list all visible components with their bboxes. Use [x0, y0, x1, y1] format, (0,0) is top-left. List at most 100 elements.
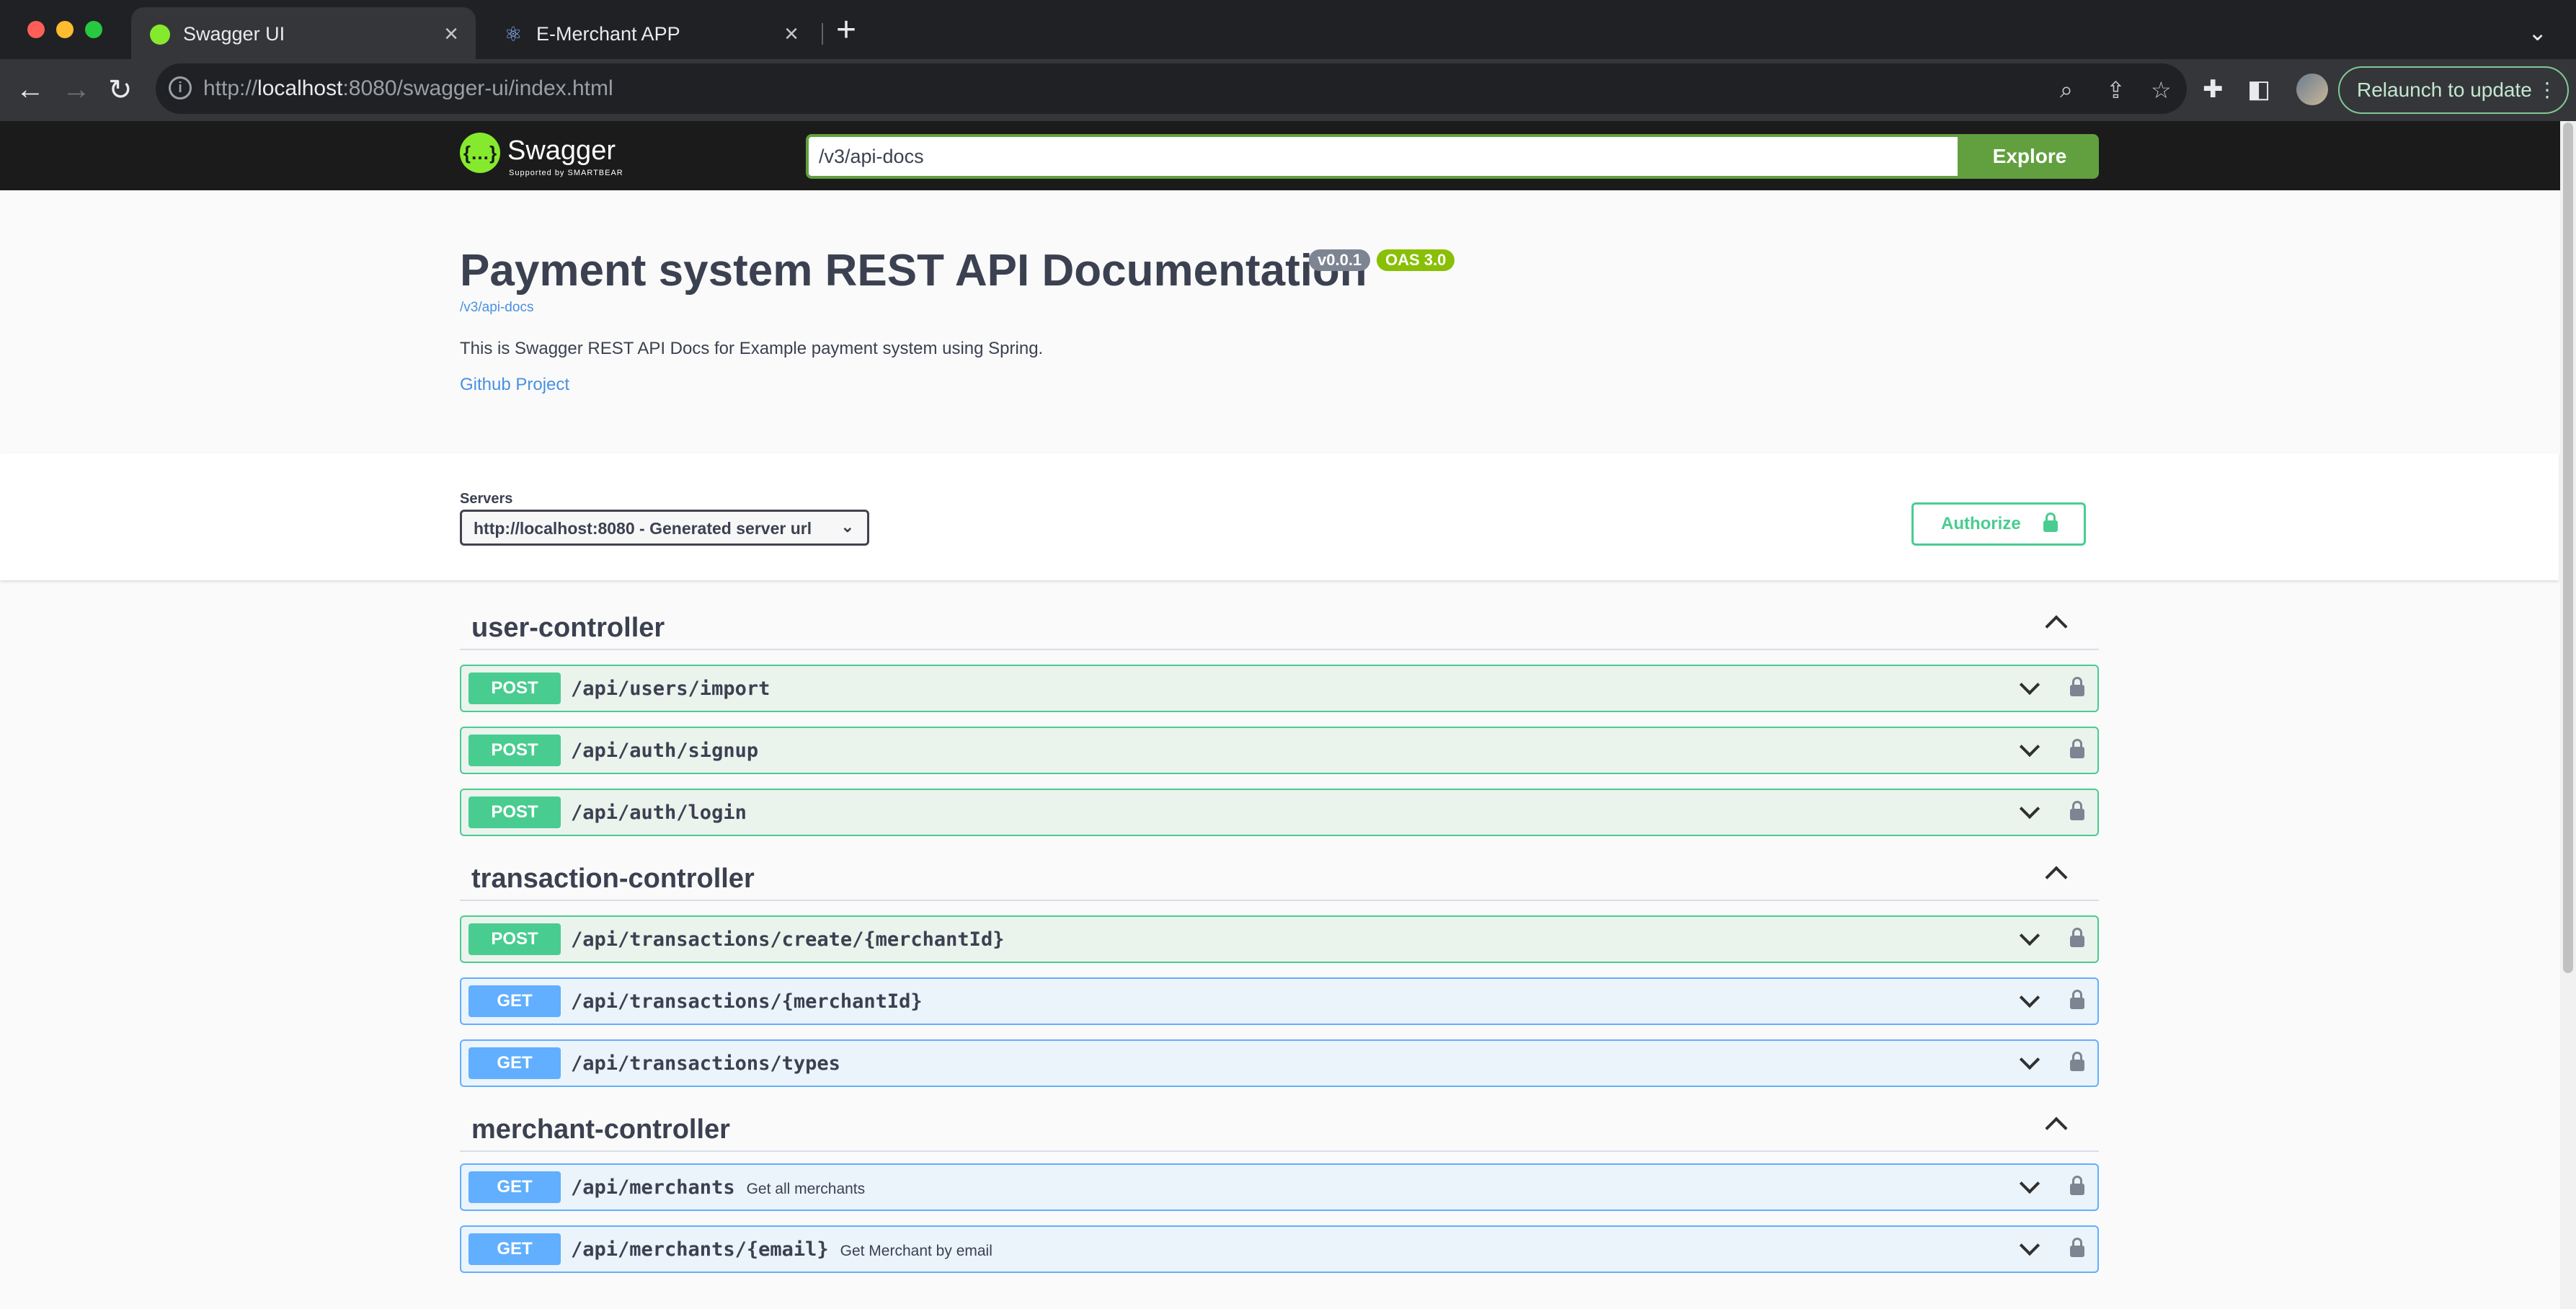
lock-icon[interactable] — [2070, 990, 2084, 1009]
tab-search-chevron-icon[interactable]: ⌄ — [2528, 19, 2547, 46]
tab-swagger-ui[interactable]: Swagger UI × — [131, 7, 476, 59]
servers-label: Servers — [460, 491, 513, 507]
extensions-puzzle-icon[interactable]: ✚ — [2203, 75, 2224, 104]
maximize-window-button[interactable] — [85, 21, 102, 38]
method-badge: POST — [468, 735, 561, 766]
servers-select[interactable]: http://localhost:8080 - Generated server… — [460, 510, 869, 546]
site-info-icon[interactable]: i — [169, 76, 192, 99]
bookmark-star-icon[interactable]: ☆ — [2151, 76, 2172, 104]
tab-title: Swagger UI — [183, 23, 285, 45]
lock-icon[interactable] — [2070, 677, 2084, 696]
tag-merchant-controller[interactable]: merchant-controller — [460, 1107, 2099, 1152]
tag-name: user-controller — [471, 613, 665, 643]
operation-row[interactable]: GET /api/merchants/{email} Get Merchant b… — [460, 1225, 2099, 1273]
address-bar[interactable]: i http://localhost:8080/swagger-ui/index… — [156, 63, 2187, 114]
lock-icon[interactable] — [2070, 1052, 2084, 1071]
chevron-down-icon: ⌄ — [840, 518, 854, 536]
tag-transaction-controller[interactable]: transaction-controller — [460, 856, 2099, 901]
collapse-chevron-up-icon[interactable] — [2045, 866, 2068, 889]
operation-row[interactable]: POST /api/users/import — [460, 665, 2099, 712]
method-badge: GET — [468, 1171, 561, 1203]
servers-selected-value: http://localhost:8080 - Generated server… — [474, 519, 812, 538]
operation-row[interactable]: GET /api/merchants Get all merchants — [460, 1163, 2099, 1211]
oas-badge: OAS 3.0 — [1377, 249, 1455, 271]
operation-path: /api/transactions/create/{merchantId} — [571, 928, 1005, 951]
operation-path: /api/auth/signup — [571, 740, 759, 762]
operation-row[interactable]: POST /api/auth/signup — [460, 727, 2099, 774]
operation-row[interactable]: POST /api/auth/login — [460, 789, 2099, 836]
lock-icon — [2043, 512, 2058, 532]
version-badge: v0.0.1 — [1309, 249, 1371, 271]
tag-user-controller[interactable]: user-controller — [460, 605, 2099, 650]
more-menu-icon[interactable]: ⋮ — [2537, 68, 2557, 112]
expand-chevron-down-icon[interactable] — [2019, 925, 2040, 946]
tag-name: merchant-controller — [471, 1114, 730, 1145]
expand-chevron-down-icon[interactable] — [2019, 736, 2040, 758]
servers-section: Servers http://localhost:8080 - Generate… — [0, 453, 2559, 580]
page-scrollbar[interactable] — [2560, 121, 2576, 1309]
api-description: This is Swagger REST API Docs for Exampl… — [460, 339, 1044, 358]
lock-icon[interactable] — [2070, 1176, 2084, 1195]
operation-row[interactable]: GET /api/transactions/{merchantId} — [460, 977, 2099, 1025]
operation-path: /api/merchants/{email} Get Merchant by em… — [571, 1238, 992, 1261]
api-title: Payment system REST API Documentation — [460, 246, 1367, 296]
relaunch-button[interactable]: Relaunch to update ⋮ — [2338, 66, 2569, 114]
swagger-favicon-icon — [150, 25, 170, 45]
close-tab-icon[interactable]: × — [784, 20, 799, 48]
operation-path: /api/transactions/{merchantId} — [571, 990, 923, 1013]
scrollbar-thumb[interactable] — [2563, 123, 2573, 973]
spec-link[interactable]: /v3/api-docs — [460, 300, 533, 316]
expand-chevron-down-icon[interactable] — [2019, 674, 2040, 696]
expand-chevron-down-icon[interactable] — [2019, 987, 2040, 1008]
method-badge: GET — [468, 1233, 561, 1265]
back-arrow-icon[interactable]: ← — [16, 74, 45, 106]
tag-name: transaction-controller — [471, 864, 755, 894]
definition-url-input[interactable]: /v3/api-docs — [806, 134, 1960, 179]
expand-chevron-down-icon[interactable] — [2019, 1049, 2040, 1070]
expand-chevron-down-icon[interactable] — [2019, 1235, 2040, 1256]
operation-path: /api/users/import — [571, 678, 770, 700]
lock-icon[interactable] — [2070, 928, 2084, 947]
swagger-topbar: {…} Swagger Supported by SMARTBEAR /v3/a… — [0, 121, 2576, 190]
logo-sub: Supported by SMARTBEAR — [509, 169, 623, 177]
operation-summary: Get all merchants — [746, 1181, 866, 1197]
close-window-button[interactable] — [27, 21, 45, 38]
collapse-chevron-up-icon[interactable] — [2045, 1117, 2068, 1140]
authorize-button[interactable]: Authorize — [1911, 502, 2086, 546]
collapse-chevron-up-icon[interactable] — [2045, 615, 2068, 638]
lock-icon[interactable] — [2070, 739, 2084, 758]
profile-avatar[interactable] — [2296, 74, 2328, 105]
forward-arrow-icon[interactable]: → — [62, 74, 91, 106]
lock-icon[interactable] — [2070, 1238, 2084, 1257]
logo-name: Swagger — [507, 136, 616, 166]
github-project-link[interactable]: Github Project — [460, 375, 569, 395]
expand-chevron-down-icon[interactable] — [2019, 798, 2040, 820]
method-badge: POST — [468, 923, 561, 955]
lock-icon[interactable] — [2070, 801, 2084, 820]
operation-summary: Get Merchant by email — [840, 1243, 992, 1259]
tab-e-merchant-app[interactable]: ⚛ E-Merchant APP × — [484, 7, 816, 59]
operation-row[interactable]: POST /api/transactions/create/{merchantI… — [460, 915, 2099, 963]
swagger-logo-icon: {…} — [460, 133, 500, 173]
expand-chevron-down-icon[interactable] — [2019, 1173, 2040, 1194]
minimize-window-button[interactable] — [56, 21, 74, 38]
method-badge: GET — [468, 985, 561, 1017]
operation-path: /api/merchants Get all merchants — [571, 1176, 866, 1199]
share-icon[interactable]: ⇪ — [2106, 76, 2126, 104]
browser-titlebar: Swagger UI × ⚛ E-Merchant APP × + ⌄ — [0, 0, 2576, 59]
method-badge: GET — [468, 1047, 561, 1079]
address-url[interactable]: http://localhost:8080/swagger-ui/index.h… — [203, 76, 613, 101]
operation-path: /api/transactions/types — [571, 1052, 840, 1075]
operation-row[interactable]: GET /api/transactions/types — [460, 1039, 2099, 1087]
method-badge: POST — [468, 673, 561, 704]
browser-toolbar: ← → ↻ i http://localhost:8080/swagger-ui… — [0, 59, 2576, 121]
close-tab-icon[interactable]: × — [444, 20, 458, 48]
explore-button[interactable]: Explore — [1960, 134, 2099, 179]
reload-icon[interactable]: ↻ — [108, 74, 133, 107]
zoom-icon[interactable]: ⌕ — [2060, 76, 2073, 104]
operation-path: /api/auth/login — [571, 802, 747, 824]
api-info-section: Payment system REST API Documentation v0… — [0, 190, 2559, 453]
new-tab-icon[interactable]: + — [836, 10, 856, 50]
authorize-label: Authorize — [1941, 514, 2021, 533]
side-panel-icon[interactable]: ◧ — [2247, 75, 2270, 104]
